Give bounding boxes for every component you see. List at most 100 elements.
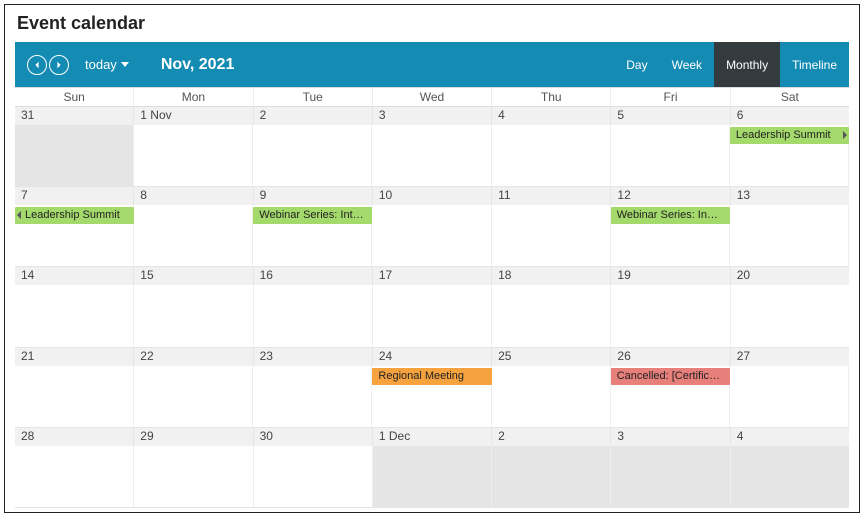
calendar-event[interactable]: Regional Meeting [372,368,491,385]
date-cell[interactable]: 9 [254,187,373,205]
chevron-right-icon [55,61,63,69]
day-cell[interactable] [254,446,373,507]
day-cell[interactable] [611,446,730,507]
week-row: 311 Nov23456 Leadership Summit [15,107,849,187]
date-row: 311 Nov23456 [15,107,849,125]
date-cell[interactable]: 4 [731,428,849,446]
day-cell[interactable] [134,285,253,346]
date-cell[interactable]: 6 [731,107,849,125]
date-cell[interactable]: 17 [373,267,492,285]
day-cell[interactable] [492,125,611,186]
body-row: Leadership Summit Webinar Series: Inter..… [15,205,849,266]
date-cell[interactable]: 21 [15,348,134,366]
calendar-event[interactable]: Cancelled: [Certificati... [611,368,730,385]
day-cell[interactable] [492,446,611,507]
date-cell[interactable]: 2 [492,428,611,446]
date-cell[interactable]: 3 [611,428,730,446]
day-cell[interactable] [611,125,730,186]
date-cell[interactable]: 31 [15,107,134,125]
date-cell[interactable]: 27 [731,348,849,366]
date-cell[interactable]: 8 [134,187,253,205]
day-header: Thu [492,88,611,106]
view-day-button[interactable]: Day [614,42,659,87]
view-timeline-button[interactable]: Timeline [780,42,849,87]
day-cell[interactable] [731,285,849,346]
date-cell[interactable]: 13 [731,187,849,205]
date-cell[interactable]: 1 Dec [373,428,492,446]
week-row: 78910111213 Leadership Summit Webinar Seri… [15,187,849,267]
day-cell[interactable] [373,285,492,346]
date-row: 14151617181920 [15,267,849,285]
date-cell[interactable]: 11 [492,187,611,205]
calendar-panel: Event calendar today Nov, 2021 Day Week … [4,4,860,513]
date-cell[interactable]: 15 [134,267,253,285]
day-cell[interactable] [254,285,373,346]
day-cell[interactable] [134,366,253,427]
today-button[interactable]: today [85,57,129,72]
day-cell[interactable] [492,205,611,266]
day-header: Wed [373,88,492,106]
date-cell[interactable]: 25 [492,348,611,366]
date-row: 2829301 Dec234 [15,428,849,446]
calendar-event[interactable]: Webinar Series: Inter... [253,207,372,224]
chevron-left-icon [33,61,41,69]
date-cell[interactable]: 2 [254,107,373,125]
view-switch: Day Week Monthly Timeline [614,42,849,87]
date-cell[interactable]: 20 [731,267,849,285]
day-cell[interactable] [15,285,134,346]
day-header: Sat [731,88,849,106]
day-cell[interactable] [15,446,134,507]
date-cell[interactable]: 4 [492,107,611,125]
day-cell[interactable] [15,366,134,427]
date-cell[interactable]: 24 [373,348,492,366]
calendar-event[interactable]: Leadership Summit [730,127,849,144]
date-cell[interactable]: 18 [492,267,611,285]
date-cell[interactable]: 10 [373,187,492,205]
day-cell[interactable] [253,366,372,427]
day-cell[interactable] [253,125,372,186]
date-cell[interactable]: 28 [15,428,134,446]
body-row [15,285,849,346]
day-cell[interactable] [372,125,491,186]
date-cell[interactable]: 19 [611,267,730,285]
day-cell[interactable] [134,125,253,186]
date-cell[interactable]: 1 Nov [134,107,253,125]
calendar-event[interactable]: Leadership Summit [15,207,134,224]
view-monthly-button[interactable]: Monthly [714,42,780,87]
day-cell[interactable] [373,446,492,507]
day-header: Mon [134,88,253,106]
prev-button[interactable] [27,55,47,75]
day-header: Sun [15,88,134,106]
date-cell[interactable]: 22 [134,348,253,366]
date-cell[interactable]: 14 [15,267,134,285]
day-cell[interactable] [611,285,730,346]
date-cell[interactable]: 16 [254,267,373,285]
date-cell[interactable]: 5 [611,107,730,125]
day-cell[interactable] [730,366,849,427]
day-cell[interactable] [134,205,253,266]
calendar-toolbar: today Nov, 2021 Day Week Monthly Timelin… [15,42,849,87]
caret-down-icon [121,62,129,67]
date-cell[interactable]: 23 [254,348,373,366]
date-cell[interactable]: 30 [254,428,373,446]
day-cell[interactable] [730,205,849,266]
day-cell[interactable] [15,125,134,186]
day-cell[interactable] [492,366,611,427]
date-row: 78910111213 [15,187,849,205]
date-cell[interactable]: 29 [134,428,253,446]
day-cell[interactable] [731,446,849,507]
next-button[interactable] [49,55,69,75]
calendar-event[interactable]: Webinar Series: Indu... [611,207,730,224]
day-cell[interactable] [134,446,253,507]
day-cell[interactable] [372,205,491,266]
date-cell[interactable]: 7 [15,187,134,205]
day-cell[interactable] [492,285,611,346]
date-cell[interactable]: 12 [611,187,730,205]
continues-left-icon [17,211,21,219]
day-header-row: SunMonTueWedThuFriSat [15,87,849,107]
day-header: Tue [254,88,373,106]
date-cell[interactable]: 3 [373,107,492,125]
date-cell[interactable]: 26 [611,348,730,366]
view-week-button[interactable]: Week [660,42,714,87]
week-row: 14151617181920 [15,267,849,347]
